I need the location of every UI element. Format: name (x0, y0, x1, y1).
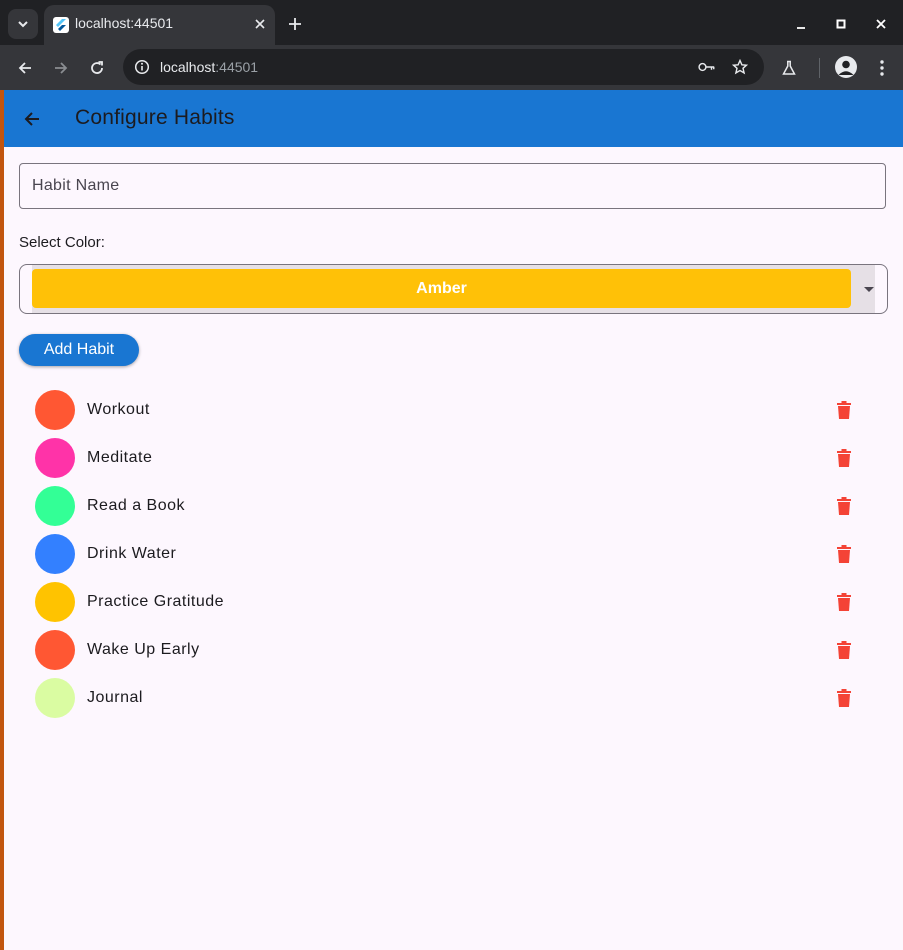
delete-trash-icon[interactable] (832, 494, 856, 518)
habit-color-avatar (35, 486, 75, 526)
dropdown-arrow-icon[interactable] (864, 287, 874, 292)
delete-trash-icon[interactable] (832, 398, 856, 422)
selected-color-name: Amber (416, 279, 467, 297)
close-tab-icon[interactable] (251, 15, 269, 33)
habit-row: Wake Up Early (4, 626, 903, 674)
close-window-icon[interactable] (871, 14, 891, 34)
habit-name: Journal (87, 689, 143, 706)
delete-trash-icon[interactable] (832, 686, 856, 710)
habit-name-input[interactable] (19, 163, 886, 209)
habit-color-avatar (35, 390, 75, 430)
habit-color-avatar (35, 438, 75, 478)
habit-name: Practice Gratitude (87, 593, 225, 610)
select-color-label: Select Color: (19, 234, 105, 251)
habit-row: Practice Gratitude (4, 578, 903, 626)
add-habit-button[interactable]: Add Habit (19, 334, 139, 366)
habit-color-avatar (35, 582, 75, 622)
browser-toolbar: localhost:44501 (0, 45, 903, 90)
flutter-favicon-icon (53, 17, 69, 33)
delete-trash-icon[interactable] (832, 638, 856, 662)
habit-row: Drink Water (4, 530, 903, 578)
color-dropdown-field: Amber (32, 265, 875, 313)
delete-trash-icon[interactable] (832, 542, 856, 566)
tab-search-button[interactable] (8, 9, 38, 39)
habit-row: Journal (4, 674, 903, 722)
more-menu-icon[interactable] (870, 56, 894, 80)
habit-row: Meditate (4, 434, 903, 482)
selected-color-chip: Amber (32, 269, 851, 308)
delete-trash-icon[interactable] (832, 590, 856, 614)
forward-arrow-icon[interactable] (49, 56, 73, 80)
habit-name: Read a Book (87, 497, 186, 514)
address-bar[interactable]: localhost:44501 (123, 49, 764, 85)
back-arrow-icon[interactable] (20, 107, 44, 131)
url-port: :44501 (215, 59, 259, 75)
key-icon[interactable] (698, 58, 716, 76)
habit-name: Workout (87, 401, 150, 418)
toolbar-separator (819, 58, 820, 78)
tab-title: localhost:44501 (75, 15, 174, 31)
labs-flask-icon[interactable] (777, 56, 801, 80)
habit-name: Drink Water (87, 545, 177, 562)
habit-color-avatar (35, 630, 75, 670)
url-text: localhost:44501 (160, 59, 258, 75)
app-bar: Configure Habits (4, 90, 903, 147)
page-title: Configure Habits (75, 106, 235, 129)
site-info-icon[interactable] (133, 58, 151, 76)
new-tab-plus-icon[interactable] (284, 13, 306, 35)
minimize-icon[interactable] (791, 14, 811, 34)
habit-row: Read a Book (4, 482, 903, 530)
profile-avatar-icon[interactable] (835, 56, 857, 78)
habit-name: Meditate (87, 449, 153, 466)
habit-name: Wake Up Early (87, 641, 200, 658)
reload-icon[interactable] (85, 56, 109, 80)
habit-color-avatar (35, 534, 75, 574)
chevron-down-icon (18, 21, 28, 28)
habit-row: Workout (4, 386, 903, 434)
url-host: localhost (160, 59, 216, 75)
habit-color-avatar (35, 678, 75, 718)
delete-trash-icon[interactable] (832, 446, 856, 470)
app-page: Configure Habits Select Color: Amber Add… (4, 90, 903, 950)
star-bookmark-icon[interactable] (731, 58, 749, 76)
browser-tabstrip: localhost:44501 (0, 0, 903, 45)
back-arrow-icon[interactable] (13, 56, 37, 80)
maximize-icon[interactable] (831, 14, 851, 34)
color-dropdown[interactable]: Amber (19, 264, 888, 314)
browser-tab[interactable]: localhost:44501 (44, 5, 275, 45)
